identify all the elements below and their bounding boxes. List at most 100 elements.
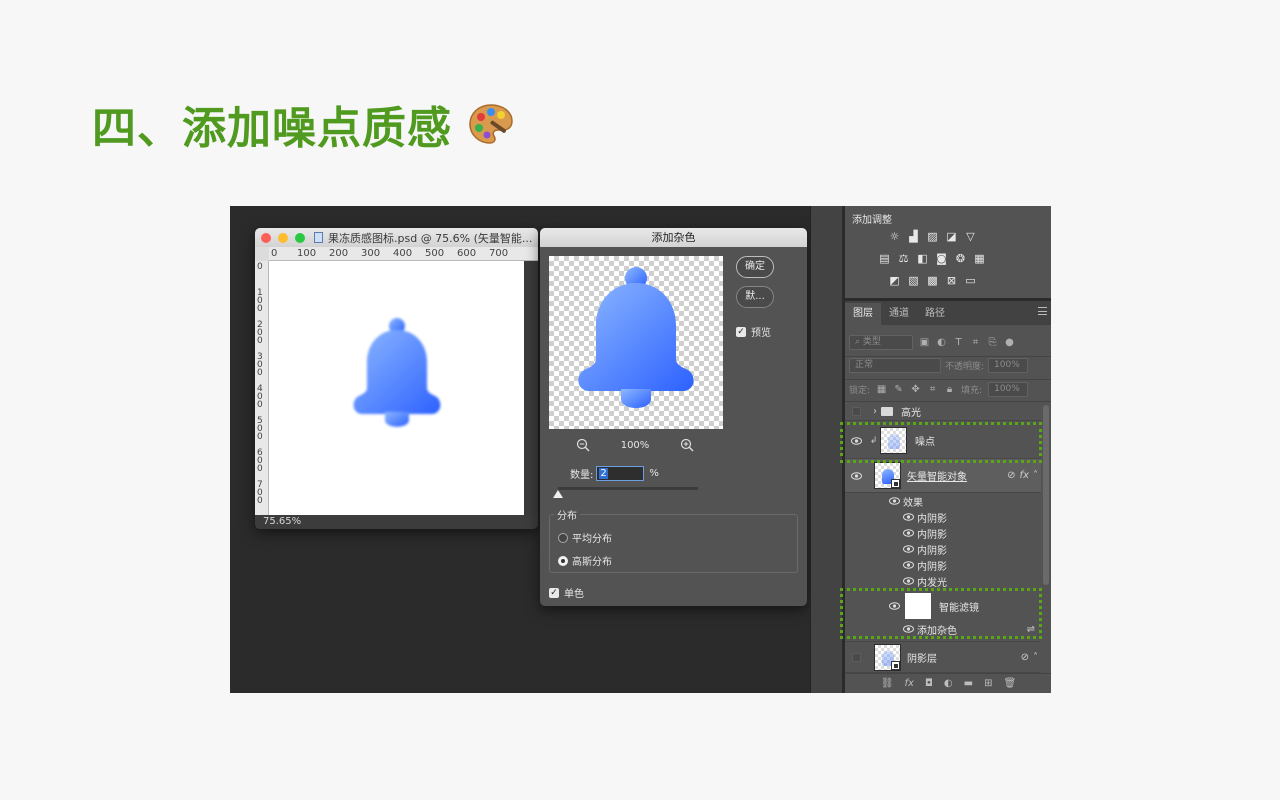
effect-inner-shadow[interactable]: 内阴影: [903, 525, 947, 541]
amount-input[interactable]: 2: [596, 466, 645, 481]
chevron-up-icon[interactable]: ˄: [1033, 470, 1038, 481]
levels-icon[interactable]: ▟: [906, 230, 921, 244]
gaussian-option[interactable]: 高斯分布: [558, 553, 612, 568]
visibility-toggle[interactable]: [845, 403, 867, 420]
tab-channels[interactable]: 通道: [881, 303, 917, 325]
curves-icon[interactable]: ▨: [925, 230, 940, 244]
filter-mask-thumbnail[interactable]: [905, 593, 931, 619]
amount-slider[interactable]: [558, 487, 698, 490]
effect-inner-shadow[interactable]: 内阴影: [903, 541, 947, 557]
shape-filter-icon[interactable]: ⌗: [970, 337, 981, 348]
ruler-left[interactable]: 0 100 200 300 400 500 600 700: [255, 261, 269, 515]
new-adjustment-icon[interactable]: ◐: [944, 678, 953, 689]
visibility-toggle[interactable]: [845, 423, 867, 458]
layer-shadow[interactable]: 阴影层 ⊘ ˄: [845, 641, 1041, 673]
monochromatic-checkbox[interactable]: ✓: [549, 587, 559, 598]
panel-menu-icon[interactable]: [1038, 307, 1047, 315]
effects-row[interactable]: 效果: [889, 493, 923, 509]
eye-icon[interactable]: [889, 497, 900, 505]
threshold-icon[interactable]: ▩: [925, 274, 940, 288]
psd-file-icon: [314, 232, 323, 243]
layers-scrollbar[interactable]: [1043, 405, 1049, 585]
eye-icon[interactable]: [903, 561, 914, 569]
layer-group-highlight[interactable]: › 高光: [845, 403, 1041, 421]
eye-icon[interactable]: [903, 545, 914, 553]
type-filter-icon[interactable]: T: [953, 337, 964, 348]
lock-all-icon[interactable]: 🔒︎: [944, 384, 955, 395]
filter-add-noise-row[interactable]: 添加杂色 ⇌: [903, 621, 1035, 637]
lock-image-icon[interactable]: ✎: [893, 384, 904, 395]
link-layers-icon[interactable]: ⛓︎: [881, 678, 894, 689]
lock-transparent-icon[interactable]: ▦: [876, 384, 887, 395]
lock-position-icon[interactable]: ✥: [910, 384, 921, 395]
effect-inner-shadow[interactable]: 内阴影: [903, 509, 947, 525]
filter-toggle-icon[interactable]: ●: [1004, 337, 1015, 348]
tab-paths[interactable]: 路径: [917, 303, 953, 325]
delete-layer-icon[interactable]: 🗑︎: [1003, 678, 1016, 689]
default-button[interactable]: 默...: [736, 286, 774, 308]
add-mask-icon[interactable]: ◘: [925, 678, 933, 689]
smart-object-filter-icon[interactable]: ⎘: [987, 337, 998, 348]
vibrance-icon[interactable]: ▽: [963, 230, 978, 244]
photo-filter-icon[interactable]: ◙: [934, 252, 949, 266]
color-lookup-icon[interactable]: ▦: [972, 252, 987, 266]
ruler-top[interactable]: 0 100 200 300 400 500 600 700: [269, 247, 538, 261]
add-style-icon[interactable]: fx: [905, 678, 914, 689]
effect-inner-glow[interactable]: 内发光: [903, 573, 947, 589]
exposure-icon[interactable]: ◪: [944, 230, 959, 244]
visibility-toggle[interactable]: [845, 459, 867, 492]
fx-icon[interactable]: fx: [1020, 470, 1029, 481]
layer-kind-filter[interactable]: ⌕ 类型: [849, 334, 913, 350]
eye-icon[interactable]: [889, 602, 900, 610]
lock-artboard-icon[interactable]: ⌗: [927, 384, 938, 395]
fill-input[interactable]: 100%: [988, 382, 1029, 397]
layer-noise[interactable]: ↲ 噪点: [845, 423, 1041, 459]
chevron-right-icon[interactable]: ›: [873, 406, 877, 417]
fill-label: 填充:: [961, 386, 983, 396]
eye-icon[interactable]: [903, 529, 914, 537]
eye-icon[interactable]: [903, 513, 914, 521]
minimize-window-button[interactable]: [278, 232, 288, 243]
zoom-out-icon[interactable]: [576, 438, 590, 452]
blend-mode-select[interactable]: 正常: [849, 358, 941, 373]
brightness-contrast-icon[interactable]: ☼: [887, 230, 902, 244]
chevron-up-icon[interactable]: ˄: [1033, 652, 1038, 663]
eye-icon[interactable]: [903, 577, 914, 585]
monochromatic-checkbox-row[interactable]: ✓ 单色: [549, 585, 584, 600]
black-white-icon[interactable]: ◧: [915, 252, 930, 266]
new-layer-icon[interactable]: ⊞: [984, 678, 992, 689]
filter-preview[interactable]: [549, 256, 723, 429]
opacity-input[interactable]: 100%: [988, 358, 1029, 373]
zoom-status[interactable]: 75.65%: [255, 515, 538, 529]
close-window-button[interactable]: [261, 232, 271, 243]
adjustment-filter-icon[interactable]: ◐: [936, 337, 947, 348]
preview-checkbox-row[interactable]: ✓ 预览: [736, 324, 771, 339]
preview-checkbox[interactable]: ✓: [736, 326, 746, 337]
document-scrollbar[interactable]: [524, 261, 538, 515]
uniform-radio[interactable]: [558, 532, 568, 543]
color-balance-icon[interactable]: ⚖: [896, 252, 911, 266]
tab-layers[interactable]: 图层: [845, 303, 881, 325]
uniform-option[interactable]: 平均分布: [558, 530, 612, 545]
posterize-icon[interactable]: ▧: [906, 274, 921, 288]
layer-vector-smart-object[interactable]: 矢量智能对象 ⊘ fx ˄: [845, 459, 1041, 493]
zoom-in-icon[interactable]: [680, 438, 694, 452]
amount-slider-thumb[interactable]: [553, 490, 563, 498]
gaussian-radio[interactable]: [558, 555, 568, 566]
invert-icon[interactable]: ◩: [887, 274, 902, 288]
gradient-map-icon[interactable]: ▭: [963, 274, 978, 288]
maximize-window-button[interactable]: [295, 232, 305, 243]
selective-color-icon[interactable]: ⊠: [944, 274, 959, 288]
new-group-icon[interactable]: ▬: [964, 678, 973, 689]
channel-mixer-icon[interactable]: ❂: [953, 252, 968, 266]
pixel-filter-icon[interactable]: ▣: [919, 337, 930, 348]
ok-button[interactable]: 确定: [736, 256, 774, 278]
effect-inner-shadow[interactable]: 内阴影: [903, 557, 947, 573]
eye-icon[interactable]: [903, 625, 914, 633]
document-canvas[interactable]: [269, 261, 524, 515]
filter-blending-options-icon[interactable]: ⇌: [1027, 624, 1035, 635]
visibility-toggle[interactable]: [845, 642, 867, 672]
hue-saturation-icon[interactable]: ▤: [877, 252, 892, 266]
smart-filters-row[interactable]: 智能滤镜: [889, 591, 979, 621]
ruler-top-tick: 500: [425, 248, 445, 259]
